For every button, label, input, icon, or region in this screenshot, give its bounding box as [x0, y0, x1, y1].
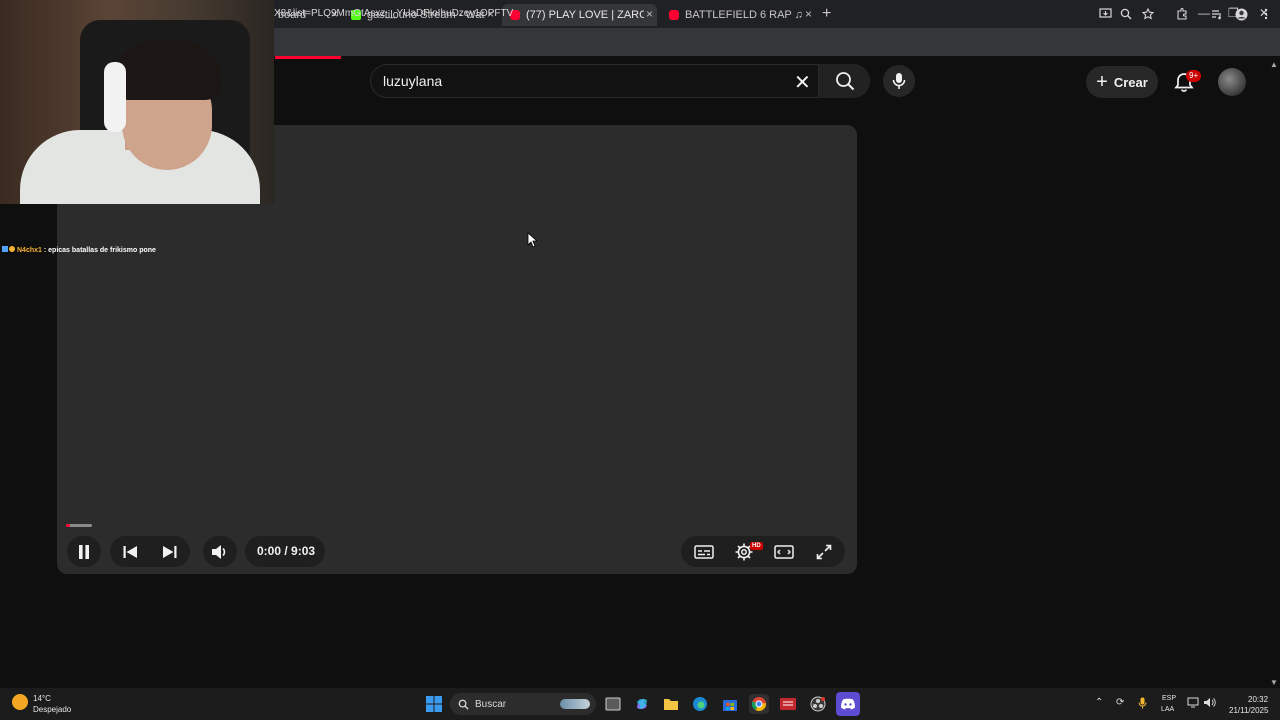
subtitles-button[interactable]: [689, 537, 719, 567]
tab-label: BATTLEFIELD 6 RAP ♫ | Zarcort: [685, 9, 803, 21]
plus-icon: +: [1096, 70, 1108, 93]
chat-badge-icon: [9, 246, 15, 252]
input-language-layout[interactable]: LAA: [1161, 706, 1174, 713]
windows-logo-icon: [426, 696, 442, 712]
chat-username: N4chx1: [17, 247, 42, 254]
weather-temperature[interactable]: 14°C: [33, 694, 51, 703]
streamer-webcam: [0, 0, 274, 204]
task-view-button[interactable]: [603, 694, 623, 714]
clear-search-icon[interactable]: ✕: [794, 70, 811, 95]
tab-play-love[interactable]: (77) PLAY LOVE | ZARCORT Y TOBAL ×: [502, 4, 657, 26]
time-display: 0:00 / 9:03: [257, 544, 316, 558]
weather-moon-icon[interactable]: [12, 694, 28, 710]
start-button[interactable]: [424, 694, 444, 714]
tab-close-icon[interactable]: ×: [805, 7, 812, 21]
fullscreen-icon: [816, 544, 832, 560]
search-input[interactable]: [383, 72, 763, 90]
mouse-cursor-icon: [527, 232, 537, 248]
chrome-icon: [751, 697, 766, 711]
extensions-icon[interactable]: [1174, 6, 1190, 22]
media-control-icon[interactable]: [1209, 6, 1225, 22]
theater-mode-button[interactable]: [769, 537, 799, 567]
search-icon: [458, 699, 469, 710]
streaming-app-button[interactable]: [778, 694, 798, 714]
file-explorer-button[interactable]: [661, 694, 681, 714]
chat-separator: :: [43, 247, 47, 254]
tab-close-icon[interactable]: ×: [646, 7, 653, 21]
edge-browser-button[interactable]: [690, 694, 710, 714]
progress-bar-fill: [66, 524, 70, 527]
weather-description[interactable]: Despejado: [33, 705, 71, 714]
network-icon[interactable]: [1187, 697, 1199, 711]
profile-icon[interactable]: [1233, 6, 1249, 22]
microsoft-store-button[interactable]: [720, 694, 740, 714]
discord-icon: [841, 698, 855, 710]
task-view-icon: [605, 697, 621, 711]
chat-message: N4chx1 : epicas batallas de frikismo pon…: [2, 246, 156, 254]
chat-badge-icon: [2, 246, 8, 252]
taskbar-search[interactable]: Buscar: [450, 693, 596, 715]
search-highlight-image: [560, 699, 590, 709]
url-field[interactable]: X8&list=PLQ9MmGtAsxz__YUaDPloIhuDzey1OPF…: [274, 8, 513, 19]
sync-icon[interactable]: ⟳: [1116, 697, 1124, 708]
microphone-tray-icon[interactable]: [1138, 697, 1147, 712]
new-tab-button[interactable]: +: [822, 5, 831, 23]
chrome-button[interactable]: [749, 694, 769, 714]
next-icon: [163, 546, 177, 558]
chat-text: epicas batallas de frikismo pone: [48, 247, 156, 254]
create-label: Crear: [1113, 74, 1148, 90]
edge-icon: [693, 697, 707, 711]
voice-search-button[interactable]: [883, 65, 915, 97]
tab-label: (77) PLAY LOVE | ZARCORT Y TOBAL: [526, 9, 644, 21]
taskbar-search-label: Buscar: [475, 698, 507, 710]
zoom-icon[interactable]: [1118, 6, 1134, 22]
streamer-hair: [112, 40, 222, 100]
create-button[interactable]: + Crear: [1086, 66, 1158, 98]
search-icon: [835, 72, 854, 91]
discord-button[interactable]: [836, 692, 860, 716]
streaming-app-icon: [780, 698, 796, 710]
volume-icon: [212, 545, 226, 559]
previous-button[interactable]: [115, 537, 145, 567]
theater-mode-icon: [774, 545, 794, 559]
volume-button[interactable]: [205, 537, 235, 567]
copilot-icon: [637, 699, 647, 709]
browser-menu-icon[interactable]: [1258, 6, 1274, 22]
subtitles-icon: [694, 545, 714, 559]
speaker-icon[interactable]: [1203, 697, 1216, 711]
youtube-icon: [669, 10, 679, 20]
install-app-icon[interactable]: [1097, 6, 1113, 22]
input-language-code[interactable]: ESP: [1162, 695, 1176, 702]
next-button[interactable]: [155, 537, 185, 567]
show-hidden-icons-chevron-icon[interactable]: ⌃: [1095, 697, 1103, 708]
hd-badge: HD: [750, 542, 763, 550]
obs-button[interactable]: [808, 694, 828, 714]
clock-date[interactable]: 21/11/2025: [1229, 706, 1268, 715]
folder-icon: [664, 699, 678, 710]
page-loading-bar: [275, 56, 341, 59]
bookmark-star-icon[interactable]: [1140, 6, 1156, 22]
fullscreen-button[interactable]: [809, 537, 839, 567]
scroll-up-arrow-icon[interactable]: ▲: [1270, 60, 1278, 69]
account-avatar[interactable]: [1218, 68, 1246, 96]
previous-icon: [123, 546, 137, 558]
scroll-down-arrow-icon[interactable]: ▼: [1270, 678, 1278, 687]
obs-icon: [810, 696, 826, 712]
notification-count-badge: 9+: [1186, 70, 1202, 82]
pause-icon: [79, 545, 89, 559]
pause-button[interactable]: [69, 537, 99, 567]
clock-time[interactable]: 20:32: [1248, 695, 1268, 704]
copilot-button[interactable]: [632, 694, 652, 714]
microphone-icon: [892, 73, 906, 89]
headphones: [104, 62, 126, 132]
tab-battlefield-rap[interactable]: BATTLEFIELD 6 RAP ♫ | Zarcort ×: [661, 4, 816, 26]
store-icon: [723, 700, 737, 711]
search-button[interactable]: [818, 64, 870, 98]
